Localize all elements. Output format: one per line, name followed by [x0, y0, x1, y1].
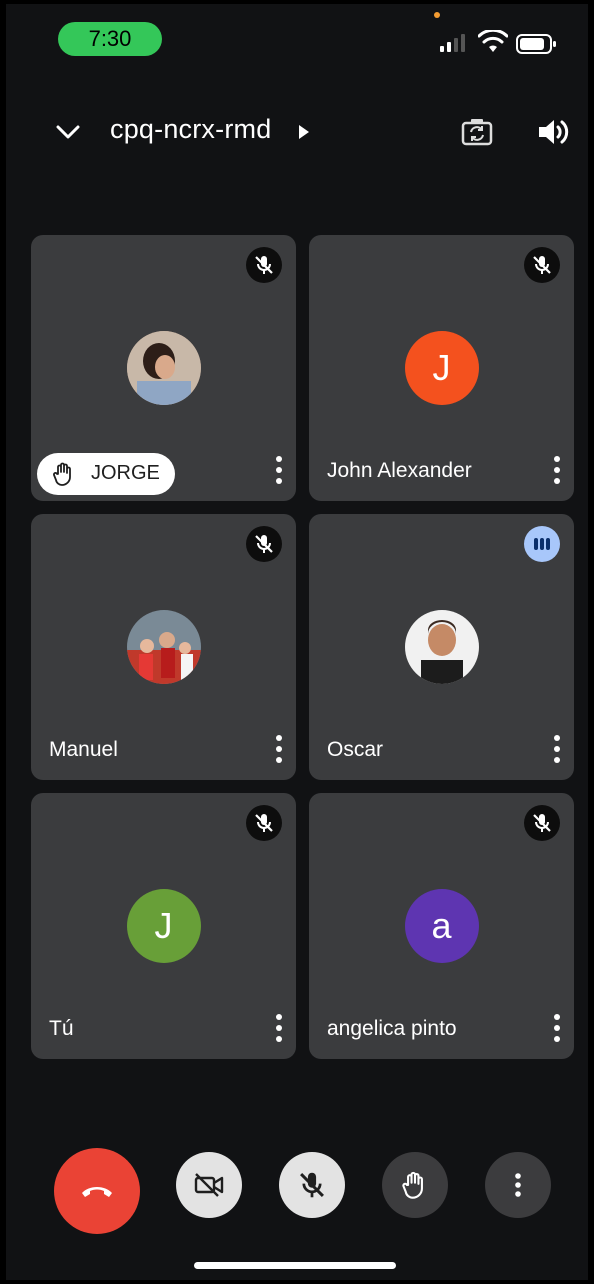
call-controls [6, 1148, 588, 1234]
mic-toggle-button[interactable] [279, 1152, 345, 1218]
participant-avatar-photo [126, 331, 201, 405]
mic-off-icon [533, 814, 551, 832]
more-vert-icon [515, 1173, 521, 1197]
more-options-button[interactable] [485, 1152, 551, 1218]
kebab-menu-icon[interactable] [274, 455, 284, 485]
participant-name: Tú [49, 1017, 74, 1040]
mic-off-icon [300, 1172, 324, 1198]
camera-indicator-dot [434, 12, 440, 18]
participant-name: Manuel [49, 738, 118, 761]
kebab-menu-icon[interactable] [552, 1013, 562, 1043]
switch-camera-icon[interactable] [460, 116, 494, 148]
participant-name: JORGE [91, 462, 160, 484]
mic-off-badge [524, 805, 560, 841]
mic-off-badge [246, 805, 282, 841]
call-header: cpq-ncrx-rmd [6, 104, 588, 164]
mic-off-badge [246, 247, 282, 283]
avatar-initial: a [431, 905, 452, 946]
camera-toggle-button[interactable] [176, 1152, 242, 1218]
participant-name: angelica pinto [327, 1017, 457, 1040]
mic-off-icon [255, 256, 273, 274]
kebab-menu-icon[interactable] [552, 734, 562, 764]
battery-icon [516, 34, 556, 54]
meeting-code[interactable]: cpq-ncrx-rmd [110, 114, 271, 145]
mic-off-icon [255, 535, 273, 553]
kebab-menu-icon[interactable] [552, 455, 562, 485]
participant-avatar-initial: J [126, 889, 201, 963]
participant-tile[interactable]: Manuel [31, 514, 296, 780]
kebab-menu-icon[interactable] [274, 1013, 284, 1043]
mic-off-badge [524, 247, 560, 283]
avatar-photo-icon [126, 331, 201, 405]
participant-name: Oscar [327, 738, 384, 761]
wifi-icon [478, 30, 508, 52]
participant-avatar-photo [404, 610, 479, 684]
avatar-photo-icon [404, 610, 479, 684]
participant-tile[interactable]: J Tú [31, 793, 296, 1059]
meet-call-screen: 7:30 cpq-ncrx-rmd JORGE J John Alexander… [6, 4, 588, 1280]
participant-avatar-initial: J [404, 331, 479, 405]
participant-avatar-photo [126, 610, 201, 684]
status-time: 7:30 [58, 22, 162, 56]
mic-off-badge [246, 526, 282, 562]
status-bar: 7:30 [6, 4, 588, 74]
end-call-button[interactable] [54, 1148, 140, 1234]
speaking-indicator [524, 526, 560, 562]
avatar-initial: J [154, 905, 173, 946]
raised-hand-chip: JORGE [37, 453, 175, 495]
raise-hand-button[interactable] [382, 1152, 448, 1218]
participant-name: John Alexander [327, 459, 472, 482]
mic-off-icon [533, 256, 551, 274]
end-call-icon [82, 1187, 112, 1197]
audio-level-icon [534, 538, 550, 550]
home-indicator[interactable] [194, 1262, 396, 1269]
participant-tile[interactable]: J John Alexander [309, 235, 574, 501]
raised-hand-icon [53, 462, 71, 486]
participant-tile[interactable]: a angelica pinto [309, 793, 574, 1059]
chevron-down-icon[interactable] [54, 118, 82, 146]
cellular-signal-icon [440, 34, 465, 52]
participant-avatar-initial: a [404, 889, 479, 963]
camera-off-icon [194, 1173, 224, 1197]
participant-tile[interactable]: JORGE [31, 235, 296, 501]
mic-off-icon [255, 814, 273, 832]
avatar-photo-icon [126, 610, 201, 684]
participant-tile[interactable]: Oscar [309, 514, 574, 780]
caret-right-icon[interactable] [298, 124, 310, 140]
kebab-menu-icon[interactable] [274, 734, 284, 764]
raise-hand-icon [402, 1171, 423, 1199]
speaker-icon[interactable] [536, 116, 570, 148]
avatar-initial: J [432, 347, 451, 388]
